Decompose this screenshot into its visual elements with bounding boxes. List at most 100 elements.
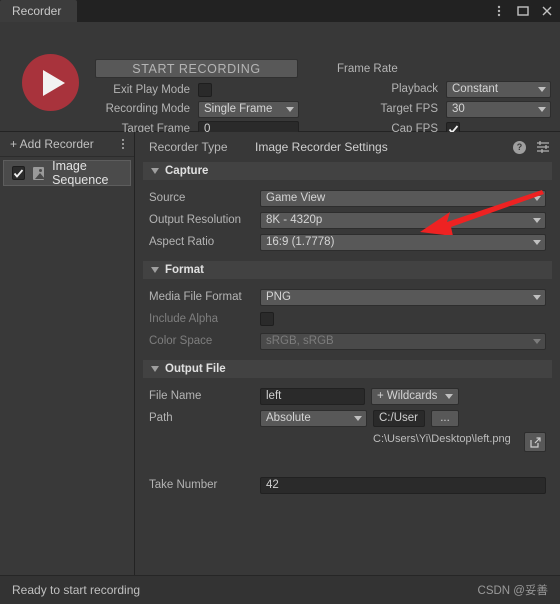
- playback-row: Playback Constant: [337, 80, 552, 98]
- chevron-down-icon: [533, 239, 541, 245]
- header-icons: ?: [513, 139, 550, 156]
- help-icon[interactable]: ?: [513, 140, 526, 154]
- section-capture-title: Capture: [165, 165, 209, 177]
- start-recording-button[interactable]: START RECORDING: [95, 59, 298, 78]
- browse-path-button[interactable]: ...: [431, 409, 459, 427]
- path-preview-row: C:\Users\Yi\Desktop\left.png: [135, 429, 560, 463]
- path-value: C:/User: [379, 412, 418, 424]
- exit-play-mode-label: Exit Play Mode: [113, 84, 190, 96]
- path-label: Path: [149, 412, 173, 424]
- main-body: + Add Recorder Image Sequence Recorder T…: [0, 132, 560, 575]
- playback-dropdown[interactable]: Constant: [446, 80, 551, 98]
- section-output-file-header[interactable]: Output File: [143, 360, 552, 378]
- media-file-format-value: PNG: [266, 291, 291, 303]
- path-preview-text: C:\Users\Yi\Desktop\left.png: [373, 433, 511, 445]
- section-output-file-title: Output File: [165, 363, 226, 375]
- take-number-label: Take Number: [149, 479, 218, 491]
- path-row: Path Absolute C:/User ...: [135, 407, 560, 429]
- chevron-down-icon: [151, 168, 159, 174]
- path-mode-value: Absolute: [266, 412, 311, 424]
- file-name-row: File Name left + Wildcards: [135, 385, 560, 407]
- path-mode-dropdown[interactable]: Absolute: [260, 409, 367, 427]
- list-item[interactable]: Image Sequence: [3, 159, 131, 187]
- preset-icon[interactable]: [536, 139, 550, 156]
- recording-mode-value: Single Frame: [204, 103, 273, 115]
- recorder-list-panel: + Add Recorder Image Sequence: [0, 132, 135, 575]
- chevron-down-icon: [533, 338, 541, 344]
- chevron-down-icon: [151, 267, 159, 273]
- kebab-menu-icon[interactable]: [492, 4, 506, 18]
- file-name-value: left: [266, 390, 282, 402]
- chevron-down-icon: [286, 106, 294, 112]
- take-number-row: Take Number 42: [135, 474, 560, 496]
- wildcards-label: + Wildcards: [377, 390, 438, 402]
- file-name-label: File Name: [149, 390, 202, 402]
- image-sequence-checkbox[interactable]: [12, 166, 25, 180]
- recorder-settings-panel: Recorder Type Image Recorder Settings ? …: [135, 132, 560, 575]
- target-fps-dropdown[interactable]: 30: [446, 100, 551, 118]
- image-icon: [33, 166, 45, 180]
- status-message: Ready to start recording: [12, 583, 141, 597]
- maximize-icon[interactable]: [516, 4, 530, 18]
- path-input[interactable]: C:/User: [373, 409, 425, 427]
- recording-mode-label: Recording Mode: [105, 103, 190, 115]
- output-resolution-value: 8K - 4320p: [266, 214, 323, 226]
- window-controls: [492, 0, 554, 22]
- frame-rate-group-label: Frame Rate: [337, 63, 398, 75]
- color-space-dropdown: sRGB, sRGB: [260, 332, 546, 350]
- source-value: Game View: [266, 192, 326, 204]
- include-alpha-checkbox: [260, 312, 274, 326]
- add-recorder-label: + Add Recorder: [10, 137, 94, 151]
- close-icon[interactable]: [540, 4, 554, 18]
- browse-path-label: ...: [440, 412, 450, 424]
- aspect-ratio-label: Aspect Ratio: [149, 236, 215, 248]
- tab-recorder[interactable]: Recorder: [0, 0, 78, 22]
- chevron-down-icon: [445, 393, 454, 399]
- list-item-label: Image Sequence: [52, 159, 109, 187]
- exit-play-mode-row: Exit Play Mode: [60, 81, 300, 99]
- recording-mode-dropdown[interactable]: Single Frame: [198, 100, 299, 118]
- take-number-input[interactable]: 42: [260, 476, 546, 494]
- output-resolution-dropdown[interactable]: 8K - 4320p: [260, 211, 546, 229]
- aspect-ratio-value: 16:9 (1.7778): [266, 236, 335, 248]
- recording-mode-row: Recording Mode Single Frame: [60, 100, 300, 118]
- aspect-ratio-dropdown[interactable]: 16:9 (1.7778): [260, 233, 546, 251]
- chevron-down-icon: [533, 195, 541, 201]
- add-recorder-button[interactable]: + Add Recorder: [0, 132, 134, 157]
- media-file-format-row: Media File Format PNG: [135, 286, 560, 308]
- source-label: Source: [149, 192, 186, 204]
- chevron-down-icon: [533, 294, 541, 300]
- window-titlebar: Recorder: [0, 0, 560, 22]
- wildcards-button[interactable]: + Wildcards: [371, 387, 460, 405]
- section-format-header[interactable]: Format: [143, 261, 552, 279]
- media-file-format-dropdown[interactable]: PNG: [260, 288, 546, 306]
- chevron-down-icon: [354, 415, 362, 421]
- playback-label: Playback: [391, 83, 438, 95]
- watermark: CSDN @妥善: [477, 585, 548, 597]
- target-fps-row: Target FPS 30: [337, 100, 552, 118]
- chevron-down-icon: [533, 217, 541, 223]
- external-link-icon[interactable]: [524, 432, 546, 452]
- exit-play-mode-checkbox[interactable]: [198, 83, 212, 97]
- section-format-title: Format: [165, 264, 204, 276]
- color-space-row: Color Space sRGB, sRGB: [135, 330, 560, 352]
- section-capture-header[interactable]: Capture: [143, 162, 552, 180]
- recorder-list-options-icon[interactable]: [122, 139, 124, 149]
- tab-recorder-label: Recorder: [12, 4, 62, 18]
- source-dropdown[interactable]: Game View: [260, 189, 546, 207]
- aspect-ratio-row: Aspect Ratio 16:9 (1.7778): [135, 231, 560, 253]
- recorder-type-label: Recorder Type: [149, 140, 228, 154]
- global-settings-panel: START RECORDING Exit Play Mode Recording…: [0, 22, 560, 138]
- chevron-down-icon: [538, 86, 546, 92]
- target-fps-value: 30: [452, 103, 465, 115]
- recorder-type-value: Image Recorder Settings: [255, 140, 388, 154]
- status-bar: Ready to start recording CSDN @妥善: [0, 575, 560, 604]
- chevron-down-icon: [151, 366, 159, 372]
- chevron-down-icon: [538, 106, 546, 112]
- take-number-value: 42: [266, 479, 279, 491]
- file-name-input[interactable]: left: [260, 387, 365, 405]
- start-recording-label: START RECORDING: [132, 61, 261, 76]
- include-alpha-label: Include Alpha: [149, 313, 219, 325]
- playback-value: Constant: [452, 83, 499, 95]
- color-space-value: sRGB, sRGB: [266, 335, 334, 347]
